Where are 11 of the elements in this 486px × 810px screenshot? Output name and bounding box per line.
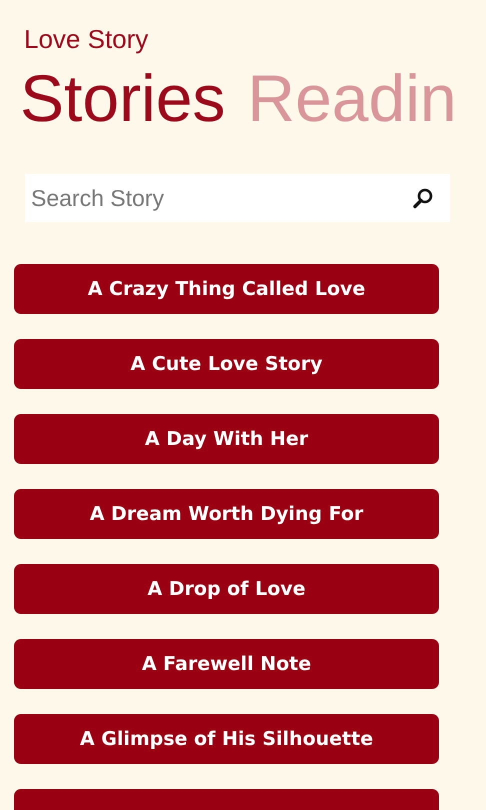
story-button[interactable]: A Glimpse of His Silhouette — [14, 714, 439, 764]
pivot-tab[interactable]: Stories — [20, 60, 226, 136]
story-button[interactable]: A Drop of Love — [14, 564, 439, 614]
story-button[interactable]: A Farewell Note — [14, 639, 439, 689]
search-field[interactable]: Search Story — [25, 174, 450, 222]
story-button[interactable]: A Crazy Thing Called Love — [14, 264, 439, 314]
story-button[interactable]: A Dream Worth Dying For — [14, 489, 439, 539]
search-icon[interactable] — [412, 187, 434, 209]
app-title: Love Story — [24, 23, 150, 56]
story-button[interactable]: A Cute Love Story — [14, 339, 439, 389]
story-button[interactable]: A Day With Her — [14, 414, 439, 464]
